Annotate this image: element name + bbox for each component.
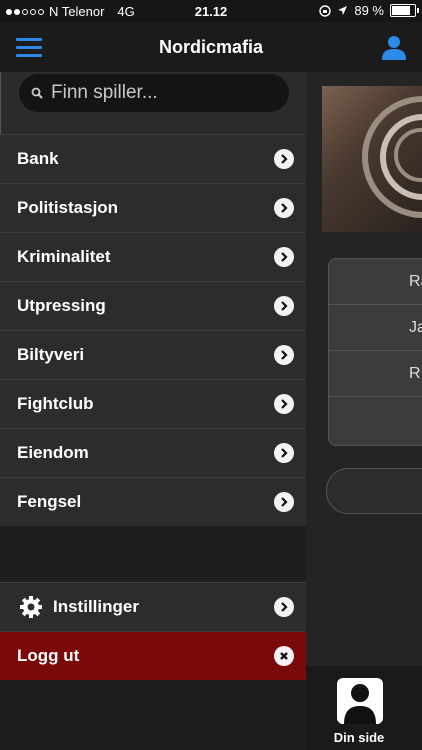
chevron-right-icon <box>274 443 294 463</box>
page-title: Nordicmafia <box>158 37 264 57</box>
battery-icon <box>390 4 419 17</box>
menu-item-politistasjon[interactable]: Politistasjon <box>0 184 306 233</box>
side-drawer: Bank Politistasjon Kriminalitet Utpressi… <box>0 72 306 750</box>
profile-tab[interactable] <box>337 678 383 724</box>
chevron-right-icon <box>274 492 294 512</box>
chevron-right-icon <box>274 597 294 617</box>
location-icon <box>338 6 348 15</box>
chevron-right-icon <box>274 149 294 169</box>
chevron-right-icon <box>274 394 294 414</box>
option-row[interactable]: Ra <box>329 259 422 305</box>
menu-item-label: Fengsel <box>17 492 82 511</box>
chevron-right-icon <box>274 198 294 218</box>
menu-item-biltyveri[interactable]: Biltyveri <box>0 331 306 380</box>
action-button[interactable] <box>326 468 422 514</box>
option-row[interactable]: Ja <box>329 305 422 351</box>
search-input[interactable] <box>49 81 273 105</box>
battery-label: 89 % <box>354 3 384 18</box>
spacer <box>0 526 306 582</box>
menu-item-kriminalitet[interactable]: Kriminalitet <box>0 233 306 282</box>
menu-list: Bank Politistasjon Kriminalitet Utpressi… <box>0 135 306 526</box>
gear-icon <box>20 596 42 618</box>
search-icon <box>31 87 43 99</box>
chevron-right-icon <box>274 345 294 365</box>
menu-item-label: Kriminalitet <box>17 247 111 266</box>
logout-button[interactable]: Logg ut <box>0 632 306 680</box>
search-box[interactable] <box>19 74 289 112</box>
chevron-right-icon <box>274 296 294 316</box>
close-icon <box>274 646 294 666</box>
user-icon[interactable] <box>380 34 408 60</box>
menu-item-utpressing[interactable]: Utpressing <box>0 282 306 331</box>
menu-item-fightclub[interactable]: Fightclub <box>0 380 306 429</box>
settings-label: Instillinger <box>53 597 139 616</box>
option-row[interactable] <box>329 397 422 443</box>
menu-item-label: Biltyveri <box>17 345 85 364</box>
options-panel: Ra Ja R <box>328 258 422 446</box>
menu-item-eiendom[interactable]: Eiendom <box>0 429 306 478</box>
menu-item-label: Utpressing <box>17 296 106 315</box>
menu-item-fengsel[interactable]: Fengsel <box>0 478 306 526</box>
menu-item-label: Eiendom <box>17 443 89 462</box>
navigation-bar: Nordicmafia <box>0 22 422 72</box>
status-bar: N Telenor 4G 21.12 89 % <box>0 0 422 22</box>
person-icon <box>344 684 376 724</box>
menu-item-label: Bank <box>17 149 59 168</box>
logout-label: Logg ut <box>17 646 80 665</box>
menu-item-label: Politistasjon <box>17 198 119 217</box>
search-area <box>0 72 306 135</box>
rotation-lock-icon <box>319 4 332 17</box>
menu-item-label: Fightclub <box>17 394 94 413</box>
option-row[interactable]: R <box>329 351 422 397</box>
main-content: Ra Ja R <box>306 72 422 666</box>
tab-bar: Din side <box>306 666 422 750</box>
vault-image <box>322 86 422 232</box>
profile-tab-label: Din side <box>333 730 385 745</box>
menu-item-settings[interactable]: Instillinger <box>0 582 306 632</box>
chevron-right-icon <box>274 247 294 267</box>
menu-item-bank[interactable]: Bank <box>0 135 306 184</box>
